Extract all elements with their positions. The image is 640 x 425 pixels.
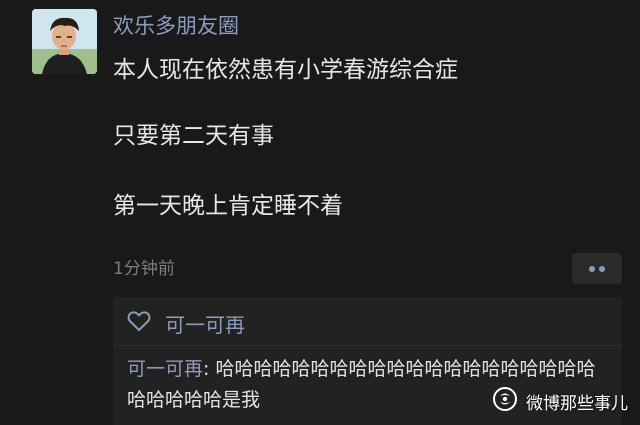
comment-author[interactable]: 可一可再 [127,358,203,380]
watermark: 微博那些事儿 [492,384,628,418]
wechat-official-account-icon [492,387,518,415]
more-actions-button[interactable] [572,253,622,284]
post-text-line: 只要第二天有事 [113,123,274,149]
divider [113,345,622,346]
post-author-name[interactable]: 欢乐多朋友圈 [113,12,239,40]
more-dot-icon [599,266,605,272]
heart-outline-icon [127,310,151,336]
post-timestamp: 1分钟前 [113,259,175,279]
avatar[interactable] [32,9,97,74]
comment-separator: : [203,358,216,380]
post-text-line: 本人现在依然患有小学春游综合症 [113,57,458,83]
watermark-text: 微博那些事儿 [526,393,628,414]
likes-row: 可一可再 [127,308,245,338]
more-dot-icon [589,266,595,272]
post-text-line: 第一天晚上肯定睡不着 [113,193,343,219]
avatar-illustration [32,9,97,74]
like-user-name[interactable]: 可一可再 [165,309,245,338]
